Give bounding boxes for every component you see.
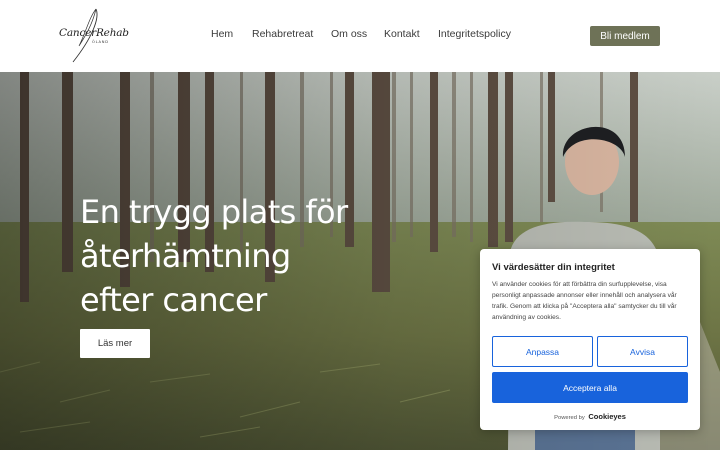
reject-button[interactable]: Avvisa — [597, 336, 688, 367]
cookie-consent-banner: Vi värdesätter din integritet Vi använde… — [480, 249, 700, 430]
accept-all-button[interactable]: Acceptera alla — [492, 372, 688, 403]
nav-item-hem[interactable]: Hem — [211, 28, 233, 40]
join-button[interactable]: Bli medlem — [590, 26, 660, 46]
nav-item-rehabretreat[interactable]: Rehabretreat — [252, 28, 313, 40]
nav-item-integritetspolicy[interactable]: Integritetspolicy — [438, 28, 511, 40]
nav-item-kontakt[interactable]: Kontakt — [384, 28, 420, 40]
hero-heading: En trygg plats för återhämtning efter ca… — [80, 190, 410, 322]
hero-heading-line-2: återhämtning — [80, 237, 291, 275]
powered-by: Powered by Cookieyes — [480, 412, 700, 421]
hero-heading-line-1: En trygg plats för — [80, 193, 348, 231]
cookie-description: Vi använder cookies för att förbättra di… — [492, 281, 677, 321]
hero-heading-line-3: efter cancer — [80, 281, 267, 319]
customize-button[interactable]: Anpassa — [492, 336, 593, 367]
powered-by-label: Powered by — [554, 415, 585, 421]
cookie-title: Vi värdesätter din integritet — [492, 262, 615, 273]
nav-item-om-oss[interactable]: Om oss — [331, 28, 367, 40]
cookieyes-logo[interactable]: Cookieyes — [588, 412, 626, 421]
read-more-button[interactable]: Läs mer — [80, 329, 150, 358]
site-header: CancerRehab ÖLAND Hem Rehabretreat Om os… — [0, 0, 720, 72]
